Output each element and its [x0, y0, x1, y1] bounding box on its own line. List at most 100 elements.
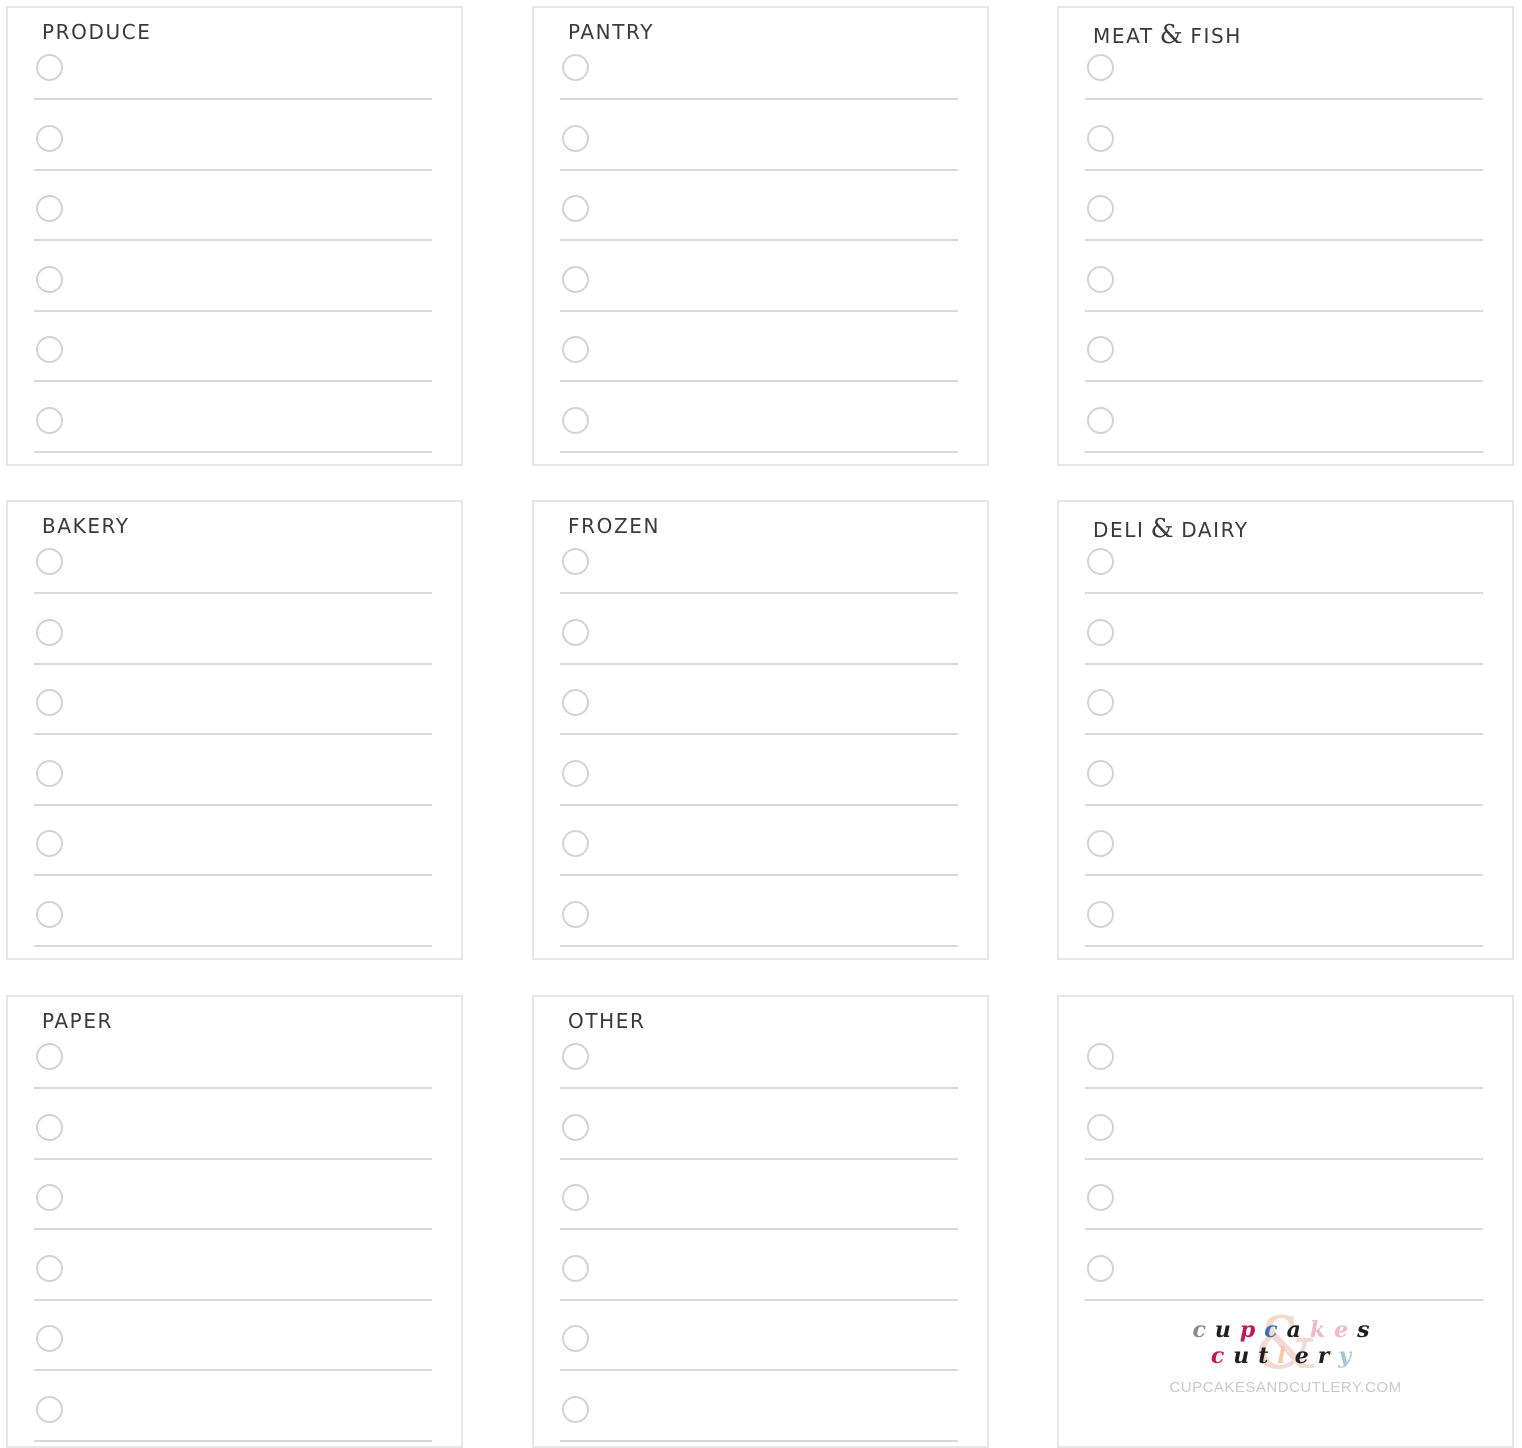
circle-checkbox[interactable]: [1087, 336, 1114, 363]
list-item[interactable]: [1085, 534, 1483, 594]
circle-checkbox[interactable]: [1087, 265, 1114, 293]
list-item[interactable]: [1085, 816, 1483, 876]
circle-checkbox[interactable]: [1087, 689, 1114, 716]
circle-checkbox[interactable]: [36, 336, 63, 363]
circle-checkbox[interactable]: [36, 265, 63, 293]
circle-checkbox[interactable]: [36, 548, 63, 575]
circle-checkbox[interactable]: [1087, 1254, 1114, 1282]
circle-checkbox[interactable]: [1087, 195, 1114, 222]
circle-checkbox[interactable]: [36, 1325, 63, 1352]
circle-checkbox[interactable]: [36, 195, 63, 222]
list-item[interactable]: [1085, 675, 1483, 735]
circle-checkbox[interactable]: [562, 406, 589, 434]
list-item[interactable]: [34, 887, 432, 947]
circle-checkbox[interactable]: [36, 1043, 63, 1070]
circle-checkbox[interactable]: [36, 618, 63, 646]
circle-checkbox[interactable]: [36, 830, 63, 857]
circle-checkbox[interactable]: [1087, 618, 1114, 646]
list-item[interactable]: [560, 746, 958, 806]
list-item[interactable]: [560, 1100, 958, 1160]
list-item[interactable]: [1085, 1100, 1483, 1160]
list-item[interactable]: [1085, 393, 1483, 453]
list-item[interactable]: [34, 1311, 432, 1371]
list-item[interactable]: [560, 675, 958, 735]
circle-checkbox[interactable]: [1087, 1113, 1114, 1141]
circle-checkbox[interactable]: [562, 54, 589, 81]
circle-checkbox[interactable]: [1087, 830, 1114, 857]
circle-checkbox[interactable]: [36, 1184, 63, 1211]
list-item[interactable]: [1085, 111, 1483, 171]
circle-checkbox[interactable]: [562, 1254, 589, 1282]
list-item[interactable]: [34, 746, 432, 806]
circle-checkbox[interactable]: [562, 336, 589, 363]
circle-checkbox[interactable]: [562, 195, 589, 222]
circle-checkbox[interactable]: [562, 618, 589, 646]
list-item[interactable]: [34, 111, 432, 171]
list-item[interactable]: [34, 816, 432, 876]
circle-checkbox[interactable]: [562, 689, 589, 716]
circle-checkbox[interactable]: [36, 1254, 63, 1282]
list-item[interactable]: [560, 322, 958, 382]
circle-checkbox[interactable]: [36, 1113, 63, 1141]
list-item[interactable]: [1085, 1241, 1483, 1301]
list-item[interactable]: [560, 111, 958, 171]
list-item[interactable]: [34, 1170, 432, 1230]
list-item[interactable]: [34, 393, 432, 453]
circle-checkbox[interactable]: [562, 759, 589, 787]
list-item[interactable]: [1085, 887, 1483, 947]
list-item[interactable]: [1085, 322, 1483, 382]
list-item[interactable]: [34, 605, 432, 665]
list-item[interactable]: [560, 816, 958, 876]
circle-checkbox[interactable]: [36, 1395, 63, 1423]
circle-checkbox[interactable]: [36, 124, 63, 152]
list-item[interactable]: [560, 40, 958, 100]
list-item[interactable]: [34, 1029, 432, 1089]
list-item[interactable]: [1085, 1170, 1483, 1230]
list-item[interactable]: [560, 1170, 958, 1230]
list-item[interactable]: [34, 322, 432, 382]
circle-checkbox[interactable]: [1087, 1184, 1114, 1211]
circle-checkbox[interactable]: [1087, 1043, 1114, 1070]
circle-checkbox[interactable]: [1087, 759, 1114, 787]
circle-checkbox[interactable]: [562, 830, 589, 857]
list-item[interactable]: [1085, 605, 1483, 665]
circle-checkbox[interactable]: [36, 900, 63, 928]
circle-checkbox[interactable]: [36, 689, 63, 716]
circle-checkbox[interactable]: [562, 1184, 589, 1211]
list-item[interactable]: [1085, 181, 1483, 241]
circle-checkbox[interactable]: [562, 900, 589, 928]
circle-checkbox[interactable]: [562, 548, 589, 575]
circle-checkbox[interactable]: [562, 1113, 589, 1141]
list-item[interactable]: [560, 1382, 958, 1442]
list-item[interactable]: [560, 887, 958, 947]
list-item[interactable]: [560, 1029, 958, 1089]
list-item[interactable]: [34, 675, 432, 735]
circle-checkbox[interactable]: [1087, 548, 1114, 575]
circle-checkbox[interactable]: [36, 406, 63, 434]
list-item[interactable]: [560, 393, 958, 453]
circle-checkbox[interactable]: [1087, 406, 1114, 434]
circle-checkbox[interactable]: [562, 1043, 589, 1070]
list-item[interactable]: [34, 252, 432, 312]
list-item[interactable]: [34, 1241, 432, 1301]
circle-checkbox[interactable]: [562, 265, 589, 293]
list-item[interactable]: [560, 605, 958, 665]
circle-checkbox[interactable]: [562, 1395, 589, 1423]
circle-checkbox[interactable]: [1087, 900, 1114, 928]
circle-checkbox[interactable]: [562, 1325, 589, 1352]
list-item[interactable]: [1085, 40, 1483, 100]
list-item[interactable]: [560, 1241, 958, 1301]
circle-checkbox[interactable]: [1087, 54, 1114, 81]
list-item[interactable]: [1085, 252, 1483, 312]
list-item[interactable]: [1085, 1029, 1483, 1089]
list-item[interactable]: [560, 252, 958, 312]
list-item[interactable]: [34, 181, 432, 241]
list-item[interactable]: [560, 181, 958, 241]
list-item[interactable]: [34, 1382, 432, 1442]
list-item[interactable]: [560, 1311, 958, 1371]
circle-checkbox[interactable]: [1087, 124, 1114, 152]
list-item[interactable]: [560, 534, 958, 594]
circle-checkbox[interactable]: [36, 54, 63, 81]
list-item[interactable]: [34, 1100, 432, 1160]
list-item[interactable]: [1085, 746, 1483, 806]
